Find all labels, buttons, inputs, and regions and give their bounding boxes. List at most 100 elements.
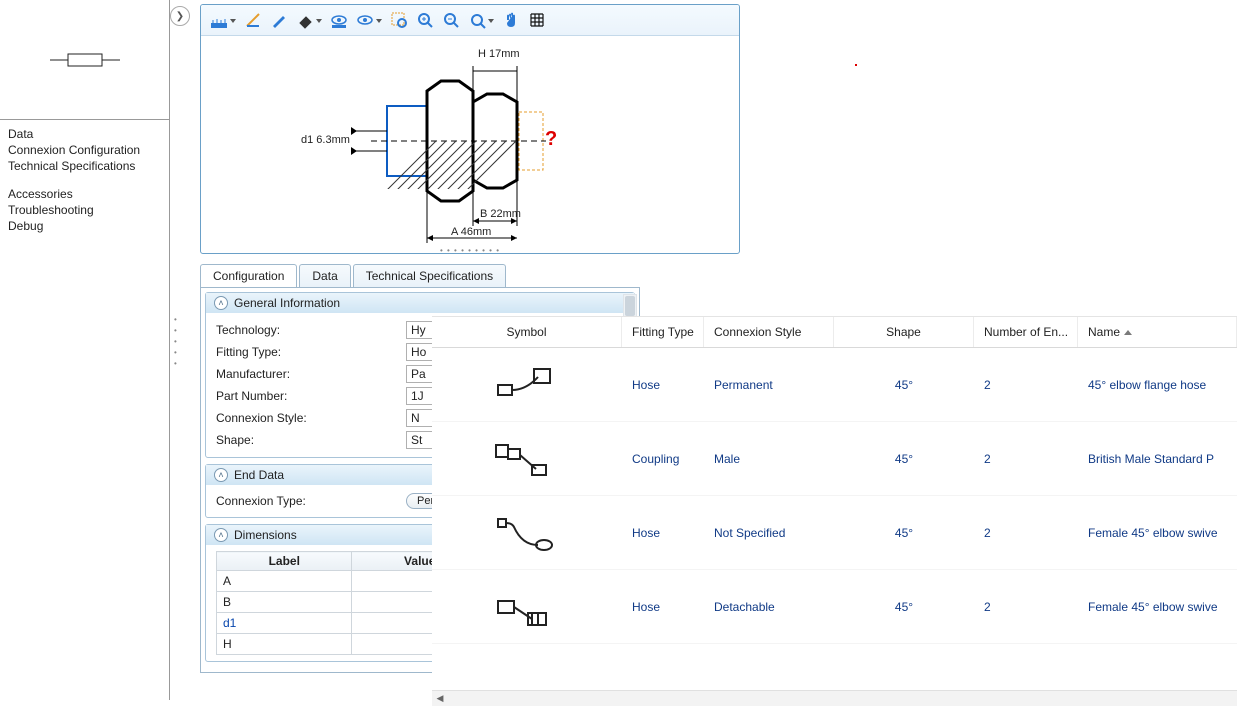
grid-row[interactable]: HoseNot Specified45°2Female 45° elbow sw… — [432, 496, 1237, 570]
zoom-fit-tool[interactable] — [465, 8, 489, 32]
nav-item-accessories[interactable]: Accessories — [8, 186, 161, 202]
chevron-right-icon: ❯ — [176, 11, 184, 22]
resize-handle[interactable]: • • • • • • • • • — [440, 246, 500, 254]
dim-label: A — [217, 571, 352, 592]
cell-symbol — [432, 361, 622, 409]
zoom-in-tool[interactable] — [413, 8, 437, 32]
results-grid: Symbol Fitting Type Connexion Style Shap… — [432, 316, 1237, 706]
dimensions-title: Dimensions — [234, 528, 297, 542]
cell-shape: 45° — [834, 448, 974, 470]
measure-icon — [210, 11, 228, 29]
collapse-enddata[interactable]: ˄ — [214, 468, 228, 482]
dim-label: H — [217, 634, 352, 655]
dim-label-A: A 46mm — [451, 226, 491, 238]
drawing-canvas[interactable]: H 17mm d1 6.3mm B 22mm A 46mm ? — [201, 36, 739, 246]
cell-connexion-style: Detachable — [704, 596, 834, 618]
scroll-left-icon[interactable]: ◀ — [432, 692, 448, 706]
cell-fitting-type: Hose — [622, 596, 704, 618]
cell-name: Female 45° elbow swive — [1078, 596, 1237, 618]
tab-configuration[interactable]: Configuration — [200, 264, 297, 287]
collapse-dimensions[interactable]: ˄ — [214, 528, 228, 542]
angle-tool[interactable] — [241, 8, 265, 32]
label-technology: Technology: — [216, 323, 406, 337]
zoom-window-tool[interactable] — [387, 8, 411, 32]
horizontal-scrollbar[interactable]: ◀ — [432, 690, 1237, 706]
grid-tool[interactable] — [525, 8, 549, 32]
cell-shape: 45° — [834, 374, 974, 396]
cell-fitting-type: Hose — [622, 374, 704, 396]
hdr-fitting-type[interactable]: Fitting Type — [622, 317, 704, 347]
cell-connexion-style: Male — [704, 448, 834, 470]
label-connexion-style: Connexion Style: — [216, 411, 406, 425]
nav-item-data[interactable]: Data — [8, 126, 161, 142]
grid-row[interactable]: CouplingMale45°2British Male Standard P — [432, 422, 1237, 496]
cell-shape: 45° — [834, 522, 974, 544]
schematic-symbol-icon — [50, 48, 120, 72]
nav-item-troubleshooting[interactable]: Troubleshooting — [8, 202, 161, 218]
eye-one-icon — [356, 11, 374, 29]
cell-number-of-ends: 2 — [974, 596, 1078, 618]
cell-number-of-ends: 2 — [974, 522, 1078, 544]
grid-row[interactable]: HosePermanent45°245° elbow flange hose — [432, 348, 1237, 422]
eraser-icon — [296, 11, 314, 29]
eraser-tool[interactable] — [293, 8, 317, 32]
zoom-in-icon — [416, 11, 434, 29]
cell-name: Female 45° elbow swive — [1078, 522, 1237, 544]
zoom-out-icon — [442, 11, 460, 29]
cell-number-of-ends: 2 — [974, 374, 1078, 396]
angle-icon — [244, 11, 262, 29]
tabstrip: Configuration Data Technical Specificati… — [200, 264, 640, 287]
left-panel: Data Connexion Configuration Technical S… — [0, 0, 170, 700]
symbol-preview — [0, 0, 169, 120]
expand-panel-toggle[interactable]: ❯ — [170, 6, 190, 26]
cell-symbol — [432, 583, 622, 631]
sort-asc-icon — [1124, 330, 1132, 335]
label-shape: Shape: — [216, 433, 406, 447]
dim-label-H: H 17mm — [478, 48, 520, 60]
cell-connexion-style: Permanent — [704, 374, 834, 396]
cell-fitting-type: Coupling — [622, 448, 704, 470]
label-fitting-type: Fitting Type: — [216, 345, 406, 359]
nav-item-tech-specs[interactable]: Technical Specifications — [8, 158, 161, 174]
label-manufacturer: Manufacturer: — [216, 367, 406, 381]
cell-symbol — [432, 509, 622, 557]
cell-shape: 45° — [834, 596, 974, 618]
eye-all-icon — [330, 11, 348, 29]
collapse-general[interactable]: ˄ — [214, 296, 228, 310]
nav-item-debug[interactable]: Debug — [8, 218, 161, 234]
pan-tool[interactable] — [499, 8, 523, 32]
hdr-connexion-style[interactable]: Connexion Style — [704, 317, 834, 347]
dim-label-B: B 22mm — [480, 208, 521, 220]
zoom-out-tool[interactable] — [439, 8, 463, 32]
cell-number-of-ends: 2 — [974, 448, 1078, 470]
hdr-number-of-ends[interactable]: Number of En... — [974, 317, 1078, 347]
nav-item-connexion-config[interactable]: Connexion Configuration — [8, 142, 161, 158]
dim-label: d1 — [217, 613, 352, 634]
label-part-number: Part Number: — [216, 389, 406, 403]
show-all-tool[interactable] — [327, 8, 351, 32]
cell-name: 45° elbow flange hose — [1078, 374, 1237, 396]
pan-hand-icon — [502, 11, 520, 29]
cell-connexion-style: Not Specified — [704, 522, 834, 544]
cell-fitting-type: Hose — [622, 522, 704, 544]
pencil-tool[interactable] — [267, 8, 291, 32]
viewer-toolbar — [201, 5, 739, 36]
cell-name: British Male Standard P — [1078, 448, 1237, 470]
measure-tool[interactable] — [207, 8, 231, 32]
stray-marker — [855, 64, 857, 66]
tab-tech-specs[interactable]: Technical Specifications — [353, 264, 506, 287]
dim-label: B — [217, 592, 352, 613]
hdr-name[interactable]: Name — [1078, 317, 1237, 347]
tab-data[interactable]: Data — [299, 264, 350, 287]
splitter-handle[interactable]: ••••• — [174, 315, 184, 368]
hdr-shape[interactable]: Shape — [834, 317, 974, 347]
enddata-title: End Data — [234, 468, 284, 482]
nav-list: Data Connexion Configuration Technical S… — [0, 120, 169, 240]
hdr-symbol[interactable]: Symbol — [432, 317, 622, 347]
pencil-icon — [270, 11, 288, 29]
show-one-tool[interactable] — [353, 8, 377, 32]
grid-row[interactable]: HoseDetachable45°2Female 45° elbow swive — [432, 570, 1237, 644]
col-label[interactable]: Label — [217, 552, 352, 571]
scroll-track[interactable] — [448, 694, 1237, 704]
unknown-end-marker: ? — [545, 128, 557, 151]
